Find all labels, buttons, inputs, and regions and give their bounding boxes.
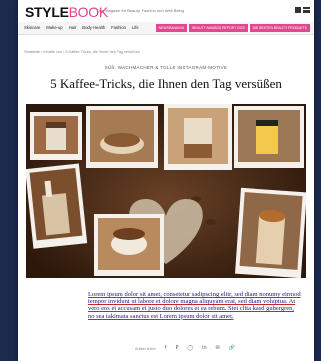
link-icon[interactable]: 🔗	[229, 346, 235, 351]
polaroid-photo	[86, 106, 158, 168]
polaroid-photo	[30, 112, 82, 160]
site-tagline: Das Magazin für Beauty, Fashion und Well…	[97, 8, 185, 13]
pill-beauty-awards[interactable]: BEAUTY AWARDS REPORT 2023	[189, 24, 248, 32]
whatsapp-icon[interactable]: ◯	[187, 346, 193, 351]
polaroid-photo	[26, 163, 88, 249]
linkedin-icon[interactable]: in	[202, 346, 207, 351]
facebook-icon[interactable]: f	[165, 346, 167, 351]
top-bar: STYLEBOOK Das Magazin für Beauty, Fashio…	[18, 0, 314, 23]
nav-item-make-up[interactable]: Make-up	[46, 25, 62, 30]
email-icon[interactable]: ✉	[216, 346, 220, 351]
nav-item-fashion[interactable]: Fashion	[111, 25, 126, 30]
nav-item-hair[interactable]: Hair	[69, 25, 77, 30]
search-icon[interactable]	[295, 7, 301, 13]
share-bar: Artikel teilen f P ◯ in ✉ 🔗	[135, 346, 235, 351]
polaroid-photo	[94, 214, 164, 276]
article-page: STYLEBOOK Das Magazin für Beauty, Fashio…	[18, 0, 314, 361]
hero-image-coffee-collage	[26, 104, 306, 278]
article-body-text: Lorem ipsum dolor sit amet, consetetur s…	[88, 291, 301, 320]
top-icons	[295, 7, 310, 13]
pinterest-icon[interactable]: P	[175, 346, 178, 351]
article-kicker: SÜß, WACHMACHER & TOLLE INSTAGRAM-MOTIVE	[104, 65, 228, 70]
nav-item-skincare[interactable]: Skincare	[24, 25, 40, 30]
article-title: 5 Kaffee-Tricks, die Ihnen den Tag versü…	[50, 76, 282, 91]
pill-newsranking[interactable]: NEWSRANKING	[155, 24, 188, 32]
breadcrumb[interactable]: Startseite › Inhalte von › 5 Kaffee-Tric…	[24, 50, 140, 54]
nav-item-body-health[interactable]: Body Health	[82, 25, 105, 30]
menu-icon[interactable]	[303, 7, 310, 13]
stylebook-logo[interactable]: STYLEBOOK	[25, 5, 108, 19]
main-navigation: Skincare Make-up Hair Body Health Fashio…	[18, 22, 314, 35]
share-label: Artikel teilen	[135, 346, 156, 351]
polaroid-photo	[234, 106, 304, 168]
polaroid-photo	[235, 187, 306, 278]
nav-item-life[interactable]: Life	[132, 25, 139, 30]
polaroid-photo	[164, 104, 232, 170]
pill-beauty-products[interactable]: DIE BESTEN BEAUTY PRODUKTE	[249, 24, 310, 32]
